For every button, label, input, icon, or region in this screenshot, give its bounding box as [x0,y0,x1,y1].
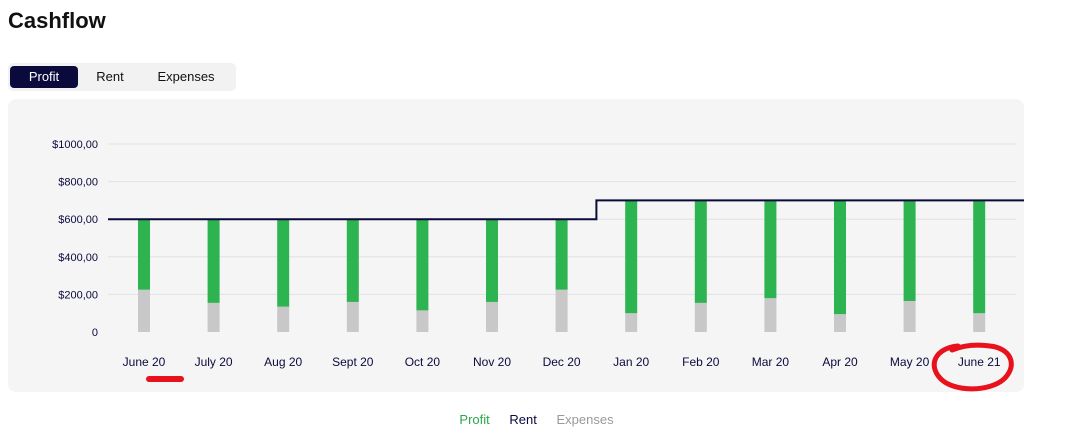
cashflow-chart: 0 $200,00 $400,00 $600,00 $800,00 $1000,00 Jun… [52,139,1024,392]
bar-profit [973,200,986,314]
x-tick-label: May 20 [890,355,930,369]
bar-profit [694,200,707,303]
legend-profit[interactable]: Profit [459,412,489,427]
x-tick-label: June 20 [123,355,166,369]
legend-rent[interactable]: Rent [509,412,536,427]
y-tick-label: $800,00 [58,177,98,189]
bar-profit [138,219,150,290]
x-tick-label: July 20 [195,355,233,369]
bar-expenses [207,302,220,332]
x-tick-label: Apr 20 [822,355,858,369]
y-tick-label: $400,00 [58,252,98,264]
y-tick-label: 0 [92,327,98,339]
bar-expenses [973,313,986,332]
bar-expenses [555,289,568,332]
x-tick-label: Sept 20 [332,355,374,369]
bar-profit [555,219,568,290]
legend-expenses[interactable]: Expenses [556,412,613,427]
bar-profit [903,200,916,301]
bar-expenses [694,302,707,332]
x-tick-label: Mar 20 [752,355,790,369]
chart-legend: Profit Rent Expenses [0,412,1073,427]
bar-expenses [903,300,916,332]
x-tick-label: Nov 20 [473,355,511,369]
bar-expenses [346,301,359,332]
bar-expenses [277,306,290,332]
y-tick-label: $600,00 [58,214,98,226]
bar-profit [486,219,498,302]
y-tick-label: $1000,00 [52,139,98,151]
bar-profit [277,219,290,307]
bar-expenses [138,289,150,332]
x-tick-label: Jan 20 [613,355,649,369]
bar-profit [625,200,638,314]
bar-profit [207,219,220,303]
bar-expenses [625,313,638,332]
y-tick-label: $200,00 [58,289,98,301]
bar-expenses [416,310,429,332]
bar-expenses [834,314,846,332]
bar-profit [764,200,777,299]
bar-profit [346,219,359,302]
bar-profit [416,219,429,311]
bar-expenses [486,301,498,332]
bar-expenses [764,298,777,332]
rent-line [108,199,1024,221]
x-tick-label: Feb 20 [682,355,720,369]
x-tick-label: Oct 20 [405,355,441,369]
x-tick-label: June 21 [958,355,1001,369]
bar-profit [834,200,846,315]
x-tick-label: Aug 20 [264,355,302,369]
x-tick-label: Dec 20 [543,355,581,369]
